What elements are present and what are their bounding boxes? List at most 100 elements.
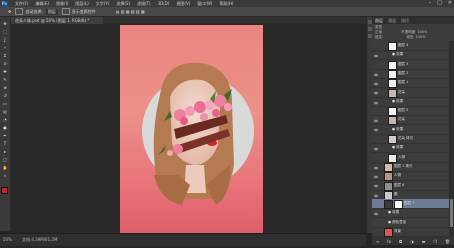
eye-icon[interactable] bbox=[374, 155, 378, 169]
layer-name: 图层 4 bbox=[398, 43, 409, 47]
menu-view[interactable]: 视图(V) bbox=[176, 1, 190, 7]
stamp-icon[interactable]: ⊕ bbox=[2, 85, 8, 90]
layer-name: 人物 bbox=[394, 173, 401, 178]
layer-name: 图层 5 bbox=[398, 108, 409, 113]
move-icon[interactable]: ✥ bbox=[2, 21, 8, 26]
layers-scrollbar[interactable] bbox=[449, 41, 454, 237]
document-tab-bar: 花朵人像.psd @ 50% (图层 1, RGB/8) * bbox=[11, 17, 366, 24]
eye-icon[interactable] bbox=[374, 71, 378, 86]
fill-label: 填充: bbox=[406, 35, 415, 39]
eye-icon[interactable] bbox=[374, 201, 378, 216]
layer-name: 图层 3 bbox=[398, 61, 409, 66]
filter-type-select[interactable]: 类型 bbox=[375, 25, 382, 29]
menu-filter[interactable]: 滤镜(T) bbox=[137, 1, 151, 7]
eye-icon[interactable] bbox=[374, 108, 378, 123]
layers-footer: ∞ fx ◘ ◑ ▬ ❐ 🗑 bbox=[372, 237, 454, 245]
zoom-icon[interactable]: ⌕ bbox=[2, 173, 8, 178]
menu-help[interactable]: 帮助(H) bbox=[219, 1, 233, 7]
tab-paths[interactable]: 路径 bbox=[401, 18, 409, 24]
eye-icon[interactable] bbox=[374, 43, 378, 58]
magic-wand-icon[interactable]: ✧ bbox=[2, 45, 8, 50]
document-info[interactable]: 文档:4.39M/61.2M bbox=[22, 237, 57, 243]
layer-name: ● 效果 bbox=[392, 145, 404, 150]
minimize-button[interactable]: – bbox=[429, 0, 432, 6]
eye-icon[interactable] bbox=[374, 80, 378, 95]
gradient-icon[interactable]: ▤ bbox=[2, 109, 8, 114]
eye-icon[interactable] bbox=[374, 192, 378, 207]
layer-name: ● 颜色叠加 bbox=[388, 219, 407, 224]
menu-bar: Ps 文件(F) 编辑(E) 图像(I) 图层(L) 文字(Y) 选择(S) 滤… bbox=[0, 0, 454, 7]
canvas-area[interactable] bbox=[11, 24, 366, 237]
transform-controls-checkbox[interactable] bbox=[61, 8, 70, 15]
crop-icon[interactable]: ⌗ bbox=[2, 53, 8, 58]
opacity-input[interactable]: 100% bbox=[417, 30, 427, 34]
new-layer-icon[interactable]: ❐ bbox=[433, 239, 437, 244]
eye-icon[interactable] bbox=[374, 52, 378, 56]
eye-icon[interactable] bbox=[374, 90, 378, 104]
eye-icon[interactable] bbox=[374, 164, 378, 179]
path-select-icon[interactable]: ▸ bbox=[2, 149, 8, 154]
close-button[interactable]: ✕ bbox=[448, 0, 452, 6]
type-icon[interactable]: T bbox=[2, 141, 8, 146]
menu-select[interactable]: 选择(S) bbox=[116, 1, 130, 7]
pen-icon[interactable]: ✒ bbox=[2, 133, 8, 138]
eye-icon[interactable] bbox=[374, 99, 378, 103]
dodge-icon[interactable]: ● bbox=[2, 125, 8, 130]
document-tab[interactable]: 花朵人像.psd @ 50% (图层 1, RGB/8) * bbox=[11, 17, 103, 24]
eye-icon[interactable] bbox=[374, 229, 378, 244]
folder-icon[interactable]: ▬ bbox=[422, 239, 426, 244]
hand-icon[interactable]: ✋ bbox=[2, 165, 8, 170]
marquee-icon[interactable]: ⬚ bbox=[2, 29, 8, 34]
mask-icon[interactable]: ◘ bbox=[399, 239, 402, 244]
move-tool-icon[interactable]: ✥ bbox=[8, 9, 11, 14]
fx-icon[interactable]: fx bbox=[387, 239, 391, 244]
tab-channels[interactable]: 通道 bbox=[388, 18, 396, 24]
menu-type[interactable]: 文字(Y) bbox=[96, 1, 110, 7]
eyedropper-icon[interactable]: ⊘ bbox=[2, 61, 8, 66]
eye-icon[interactable] bbox=[374, 145, 378, 149]
blur-icon[interactable]: ◔ bbox=[2, 117, 8, 122]
brush-icon[interactable]: ✎ bbox=[2, 77, 8, 82]
zoom-level[interactable]: 50% bbox=[3, 237, 12, 242]
layer-thumbnail bbox=[384, 228, 393, 237]
layers-scrollbar-thumb[interactable] bbox=[450, 199, 453, 227]
eye-icon[interactable] bbox=[374, 183, 378, 197]
blend-mode-select[interactable]: 正常 bbox=[375, 30, 382, 34]
menu-window[interactable]: 窗口(W) bbox=[197, 1, 212, 7]
align-icons[interactable]: ▤ ▥ ▦ ▧ ▨ ▩ bbox=[116, 9, 145, 14]
foreground-color-swatch[interactable] bbox=[1, 187, 8, 194]
eye-icon[interactable] bbox=[374, 173, 378, 188]
auto-select-dropdown[interactable]: 图层 bbox=[45, 8, 58, 15]
menu-edit[interactable]: 编辑(E) bbox=[35, 1, 49, 7]
menu-layer[interactable]: 图层(L) bbox=[75, 1, 88, 7]
layer-name: 花朵 bbox=[398, 117, 405, 122]
auto-select-checkbox[interactable] bbox=[15, 8, 24, 15]
history-brush-icon[interactable]: ↺ bbox=[2, 93, 8, 98]
tab-layers[interactable]: 图层 bbox=[375, 18, 383, 24]
menu-file[interactable]: 文件(F) bbox=[15, 1, 28, 7]
eraser-icon[interactable]: ▭ bbox=[2, 101, 8, 106]
eye-icon[interactable] bbox=[374, 210, 378, 214]
trash-icon[interactable]: 🗑 bbox=[445, 239, 450, 244]
eye-icon[interactable] bbox=[374, 62, 378, 76]
eye-icon[interactable] bbox=[374, 117, 378, 132]
maximize-button[interactable]: □ bbox=[437, 0, 442, 6]
layer-name: 图层 1 bbox=[398, 80, 409, 85]
lasso-icon[interactable]: ʆ bbox=[2, 37, 8, 42]
heal-icon[interactable]: ✚ bbox=[2, 69, 8, 74]
menu-3d[interactable]: 3D(D) bbox=[158, 1, 170, 6]
eye-icon[interactable] bbox=[374, 136, 378, 151]
link-icon[interactable]: ∞ bbox=[376, 239, 379, 244]
shape-icon[interactable]: □ bbox=[2, 157, 8, 162]
eye-icon[interactable] bbox=[374, 220, 378, 224]
layers-panel-tabs: 图层 通道 路径 bbox=[372, 17, 454, 24]
layer-name: 花朵 拷贝 bbox=[398, 136, 414, 140]
adjustment-icon[interactable]: ◑ bbox=[410, 239, 414, 244]
artboard-image[interactable] bbox=[120, 25, 263, 237]
layer-name: ● 效果 bbox=[388, 210, 400, 215]
menu-image[interactable]: 图像(I) bbox=[56, 1, 68, 7]
layer-row[interactable]: 背景 bbox=[372, 227, 449, 244]
fill-input[interactable]: 100% bbox=[416, 35, 426, 39]
eye-icon[interactable] bbox=[374, 127, 378, 131]
layers-list: 图层 4 ● 效果 图层 3 图层 2 图层 1 花朵 ● 效果 图层 5 花朵 ● 效果 花朵 拷… bbox=[372, 41, 449, 244]
